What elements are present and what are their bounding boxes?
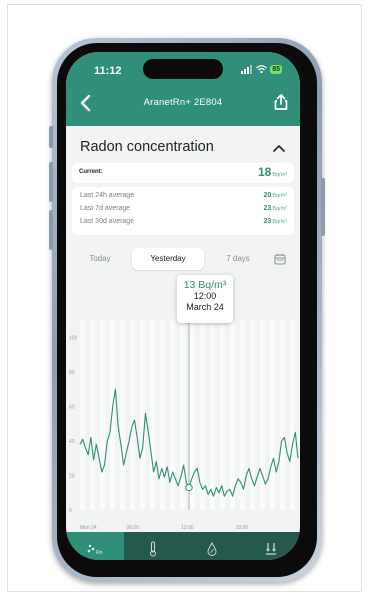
device-name: AranetRn+ 2E804 [143, 97, 223, 108]
section-title: Radon concentration [80, 139, 214, 155]
y-tick-label: 80 [69, 370, 75, 376]
average-value: 23 [263, 218, 272, 225]
battery-icon: 85 [270, 64, 282, 74]
chart-background-stripe [210, 320, 215, 510]
chart-background-stripe [110, 320, 115, 510]
tooltip-date: March 24 [186, 302, 224, 312]
y-tick-label: 60 [69, 404, 75, 410]
share-icon[interactable] [271, 92, 291, 112]
nav-item-temperature[interactable] [124, 532, 182, 560]
tooltip-time: 12:00 [193, 291, 217, 301]
dynamic-island [143, 59, 223, 79]
chart-background-stripe [130, 320, 135, 510]
status-icons: 85 [241, 64, 282, 74]
highlight-point [185, 483, 193, 492]
average-value: 23 [263, 205, 272, 212]
chart-background-stripe [120, 320, 125, 510]
chart-background-stripe [270, 320, 275, 510]
svg-text:Rn: Rn [96, 550, 103, 555]
average-value: 20 [263, 192, 272, 199]
app-screen: 11:12 85 AranetRn+ 2E804 Radon concentra… [66, 52, 300, 560]
period-tabs: Today Yesterday 7 days [72, 248, 294, 270]
chart-background-stripe [290, 320, 295, 510]
chart-background-stripe [220, 320, 225, 510]
nav-item-humidity[interactable] [183, 532, 241, 560]
chart-tooltip: 13 Bq/m³ 12:00 March 24 [177, 275, 233, 323]
y-tick-label: 20 [69, 473, 75, 479]
nav-item-pressure[interactable] [242, 532, 300, 560]
chart-background-stripe [170, 320, 175, 510]
chevron-up-icon[interactable] [272, 143, 286, 153]
app-header: 11:12 85 AranetRn+ 2E804 [66, 52, 300, 126]
average-label: Last 30d average [80, 218, 135, 225]
x-tick-label: 12:00 [181, 525, 194, 531]
average-value-group: 23Bq/m³ [264, 218, 287, 225]
tab-today[interactable]: Today [72, 248, 128, 270]
nav-item-radon[interactable]: Rn [66, 532, 124, 560]
radon-chart[interactable]: 0 20 40 60 80 100 Mon 24 06:00 12:00 18:00 [66, 314, 300, 532]
humidity-drop-icon [207, 542, 217, 556]
chart-background-stripe [180, 320, 185, 510]
volume-down-button [49, 210, 53, 250]
y-tick-label: 100 [69, 335, 78, 341]
chart-background-stripe [100, 320, 105, 510]
current-reading-card: Current: 18Bq/m³ [72, 163, 294, 183]
pressure-icon [266, 543, 276, 555]
phone-device: 11:12 85 AranetRn+ 2E804 Radon concentra… [49, 38, 325, 582]
tooltip-value: 13 Bq/m³ [183, 279, 227, 291]
chart-background-stripe [280, 320, 285, 510]
current-value: 18 [257, 165, 272, 179]
average-unit: Bq/m³ [272, 193, 287, 199]
chart-background-stripe [80, 320, 85, 510]
power-button [321, 178, 325, 236]
tab-yesterday[interactable]: Yesterday [132, 248, 204, 270]
y-tick-label: 40 [69, 439, 75, 445]
x-tick-label: 06:00 [127, 525, 140, 531]
current-label: Current: [79, 169, 103, 175]
radon-icon: Rn [87, 544, 103, 555]
current-value-group: 18Bq/m³ [258, 165, 287, 179]
average-value-group: 23Bq/m³ [264, 205, 287, 212]
signal-icon [241, 64, 253, 74]
averages-card: Last 24h average 20Bq/m³ Last 7d average… [72, 187, 294, 235]
x-tick-label: Mon 24 [80, 525, 97, 531]
chart-background-stripe [140, 320, 145, 510]
bottom-nav: Rn [66, 532, 300, 560]
thermometer-icon [150, 541, 156, 557]
chart-background-stripe [150, 320, 155, 510]
x-tick-label: 18:00 [236, 525, 249, 531]
phone-bezel: 11:12 85 AranetRn+ 2E804 Radon concentra… [57, 43, 317, 577]
volume-up-button [49, 162, 53, 202]
calendar-icon[interactable] [274, 253, 286, 265]
y-tick-label: 0 [69, 508, 72, 514]
average-label: Last 7d average [80, 205, 131, 212]
chart-background-stripe [90, 320, 95, 510]
average-label: Last 24h average [80, 192, 135, 199]
average-value-group: 20Bq/m³ [264, 192, 287, 199]
tab-7-days[interactable]: 7 days [210, 248, 266, 270]
status-time: 11:12 [94, 65, 122, 77]
chart-background-stripe [230, 320, 235, 510]
current-unit: Bq/m³ [272, 172, 287, 178]
average-unit: Bq/m³ [272, 219, 287, 225]
wifi-icon [256, 64, 268, 73]
chart-background-stripe [200, 320, 205, 510]
average-unit: Bq/m³ [272, 206, 287, 212]
chart-background-stripe [160, 320, 165, 510]
mute-switch [49, 126, 53, 148]
